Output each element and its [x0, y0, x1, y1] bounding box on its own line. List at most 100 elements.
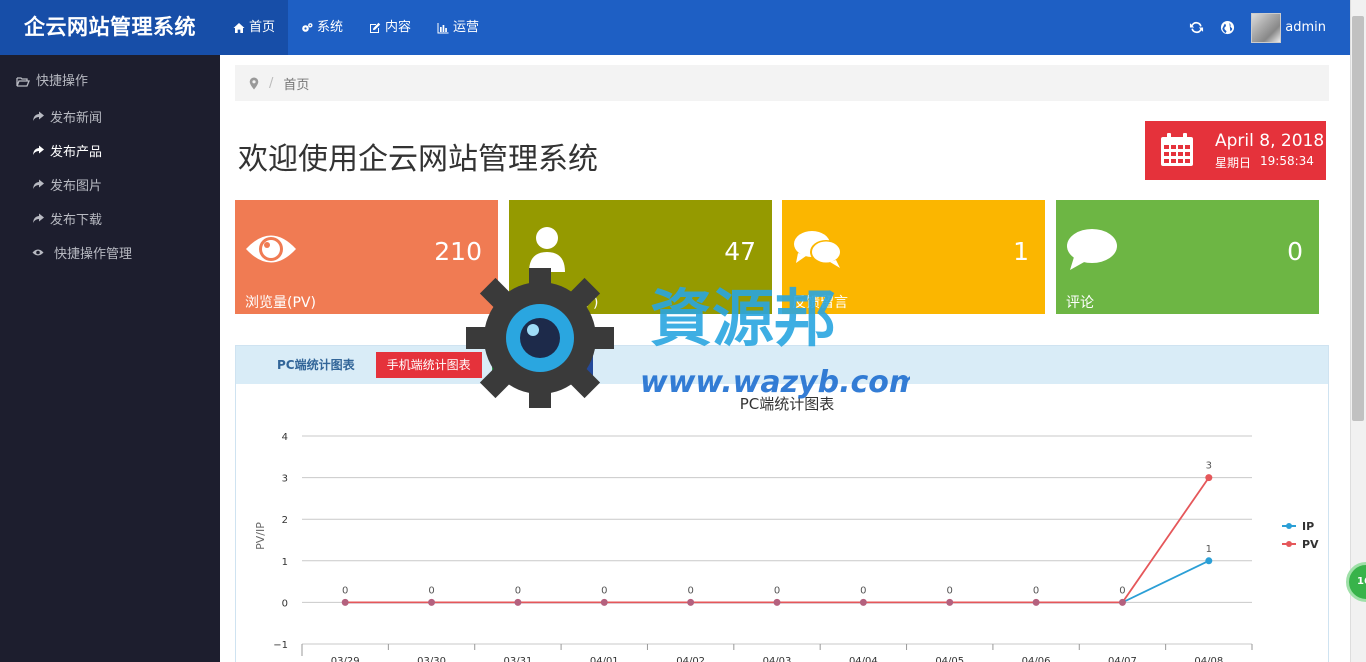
tab-7-days[interactable]: 7天	[491, 352, 534, 378]
data-point	[1118, 598, 1126, 606]
data-label: 0	[428, 585, 434, 596]
stat-value: 0	[1287, 237, 1303, 266]
sidebar: 快捷操作 发布新闻 发布产品 发布图片 发布下载 快捷操作管理	[0, 55, 220, 662]
stat-card-feedback[interactable]: 1 反馈留言	[782, 200, 1045, 314]
scrollbar-thumb[interactable]	[1352, 16, 1364, 421]
y-tick-label: 4	[282, 432, 288, 443]
x-tick-label: 03/29	[331, 656, 360, 662]
series-line-pv	[345, 477, 1210, 604]
y-tick-label: −1	[273, 640, 288, 651]
share-icon	[33, 179, 44, 189]
user-icon	[529, 227, 565, 272]
user-menu[interactable]: admin	[1251, 12, 1326, 43]
stat-value: 210	[434, 237, 482, 266]
y-tick-label: 1	[282, 557, 288, 568]
globe-icon[interactable]	[1220, 20, 1235, 35]
x-tick-label: 04/01	[590, 656, 619, 662]
data-label: 0	[860, 585, 866, 596]
x-tick-label: 04/08	[1194, 656, 1223, 662]
stat-card-ip[interactable]: 47 独立访客(IP)	[509, 200, 772, 314]
nav-operations[interactable]: 运营	[424, 0, 492, 55]
data-point-ip	[1205, 557, 1213, 565]
stat-label: 浏览量(PV)	[245, 295, 316, 311]
data-label-pv: 3	[1206, 461, 1212, 472]
date-text: April 8, 2018	[1215, 131, 1325, 151]
tab-pc-chart[interactable]: PC端统计图表	[266, 352, 366, 378]
weekday: 星期日	[1215, 156, 1252, 170]
data-label: 0	[1119, 585, 1125, 596]
y-tick-label: 0	[282, 598, 288, 609]
nav-home[interactable]: 首页	[220, 0, 289, 55]
data-label: 0	[687, 585, 693, 596]
stat-value: 1	[1013, 237, 1029, 266]
folder-open-icon	[16, 77, 30, 87]
data-point	[428, 598, 436, 606]
home-icon	[233, 22, 245, 33]
stat-card-comments[interactable]: 0 评论	[1056, 200, 1319, 314]
tab-30-days[interactable]: 30天	[543, 352, 593, 378]
nav-content-label: 内容	[385, 20, 412, 35]
sidebar-item-publish-image[interactable]: 发布图片	[0, 167, 220, 201]
x-tick-label: 04/06	[1022, 656, 1051, 662]
date-widget: April 8, 2018 星期日 19:58:34	[1145, 121, 1326, 180]
sidebar-item-publish-news[interactable]: 发布新闻	[0, 99, 220, 133]
nav-system-label: 系统	[317, 20, 344, 35]
main-nav: 首页 系统 内容 运营	[220, 0, 492, 55]
comments-icon	[794, 231, 842, 268]
map-marker-icon	[249, 77, 259, 89]
stat-label: 反馈留言	[792, 295, 848, 311]
chart-panel: PC端统计图表 手机端统计图表 7天 30天 PC端统计图表 −1 0 1 2 3 4 03/…	[235, 345, 1329, 662]
x-tick-label: 04/03	[763, 656, 792, 662]
y-tick-label: 2	[282, 515, 288, 526]
data-point	[1032, 598, 1040, 606]
legend-label: IP	[1302, 520, 1314, 533]
line-chart: PC端统计图表 −1 0 1 2 3 4 03/29 03/30 03/31 04/01 04/02 0…	[254, 395, 1319, 662]
page-title: 欢迎使用企云网站管理系统	[238, 142, 598, 177]
top-navbar: 企云网站管理系统 首页 系统 内容 运营 admin	[0, 0, 1350, 55]
data-label: 0	[342, 585, 348, 596]
share-icon	[33, 213, 44, 223]
legend-marker	[1286, 523, 1292, 529]
eye-icon	[246, 235, 296, 263]
sidebar-item-publish-product[interactable]: 发布产品	[0, 133, 220, 167]
chart-tabs: PC端统计图表 手机端统计图表 7天 30天	[236, 346, 1328, 384]
username: admin	[1285, 20, 1326, 35]
share-icon	[33, 111, 44, 121]
sidebar-heading-label: 快捷操作	[36, 74, 89, 89]
top-right-tools: admin	[1189, 0, 1326, 55]
tab-mobile-chart[interactable]: 手机端统计图表	[375, 352, 482, 378]
bar-chart-icon	[437, 22, 449, 33]
gears-icon	[302, 22, 313, 32]
stat-card-pv[interactable]: 210 浏览量(PV)	[235, 200, 498, 314]
data-label: 0	[947, 585, 953, 596]
stat-value: 47	[724, 237, 756, 266]
sidebar-item-publish-download[interactable]: 发布下载	[0, 201, 220, 235]
x-tick-label: 03/30	[417, 656, 446, 662]
nav-system[interactable]: 系统	[288, 0, 356, 55]
floating-badge[interactable]: 16	[1346, 562, 1366, 602]
nav-home-label: 首页	[249, 20, 276, 35]
x-tick-label: 04/02	[676, 656, 705, 662]
sidebar-item-label: 发布图片	[50, 178, 103, 194]
data-label: 0	[515, 585, 521, 596]
comment-icon	[1067, 229, 1117, 270]
breadcrumb-home[interactable]: 首页	[283, 74, 309, 93]
sidebar-item-shortcut-manage[interactable]: 快捷操作管理	[0, 235, 220, 269]
sidebar-heading[interactable]: 快捷操作	[0, 65, 220, 99]
legend-marker	[1286, 541, 1292, 547]
x-tick-label: 03/31	[503, 656, 532, 662]
legend-label: PV	[1302, 538, 1319, 551]
nav-operations-label: 运营	[453, 20, 480, 35]
data-point	[687, 598, 695, 606]
sidebar-item-label: 发布产品	[50, 144, 103, 160]
y-tick-label: 3	[282, 474, 288, 485]
data-label: 0	[774, 585, 780, 596]
chart-title: PC端统计图表	[740, 395, 835, 413]
nav-content[interactable]: 内容	[356, 0, 424, 55]
data-point	[514, 598, 522, 606]
data-point-pv	[1205, 474, 1213, 482]
app-title[interactable]: 企云网站管理系统	[0, 0, 220, 55]
refresh-icon[interactable]	[1189, 20, 1204, 35]
share-icon	[33, 145, 44, 155]
stat-label: 评论	[1066, 295, 1094, 311]
